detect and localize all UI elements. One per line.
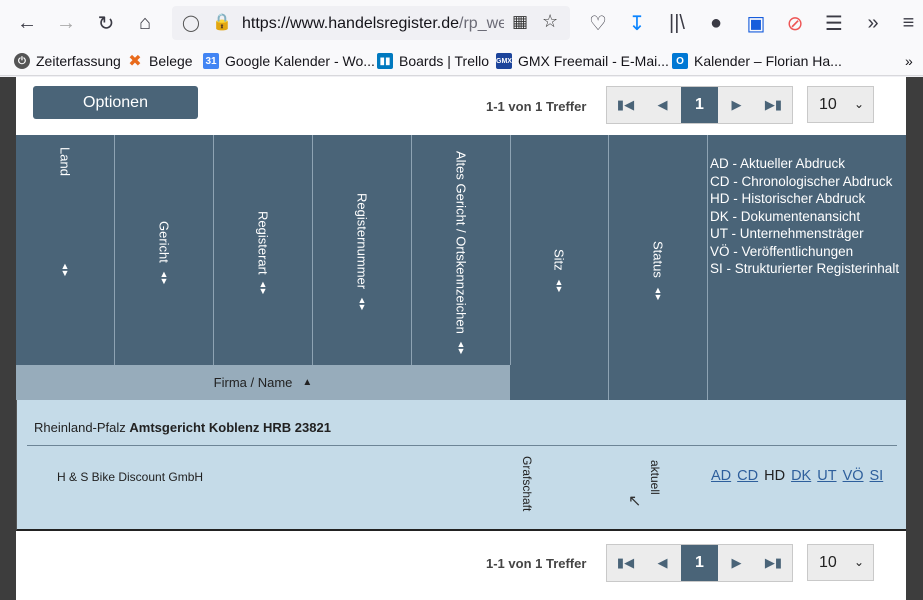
shield-icon[interactable]: ◯ [182,13,200,33]
last-page-icon[interactable]: ▶▮ [755,87,792,123]
sort-icon[interactable]: ▲ ▼ [61,262,70,278]
pagination-bottom: ▮◀ ◀ 1 ▶ ▶▮ [606,544,793,582]
sort-up-icon[interactable]: ▲ [302,377,312,388]
options-button[interactable]: Optionen [33,86,198,119]
page-viewport: Optionen 1-1 von 1 Treffer ▮◀ ◀ 1 ▶ ▶▮ 1… [0,77,923,600]
lock-icon[interactable]: 🔒 [212,12,232,32]
calendar-icon: 31 [203,53,219,69]
prev-page-icon[interactable]: ◀ [644,87,681,123]
col-altes-gericht[interactable]: Altes Gericht / Ortskennzeichen ▲ ▼ [412,135,511,365]
sitz-value: Grafschaft [520,456,534,512]
bookmarks-overflow-icon[interactable]: » [905,51,913,71]
library-icon[interactable]: ||\ [659,5,695,41]
chevron-down-icon: ⌄ [853,555,864,569]
doc-link-dk[interactable]: DK [791,468,811,484]
doc-link-cd[interactable]: CD [737,468,758,484]
col-firma[interactable]: Firma / Name ▲ [16,365,510,400]
company-name: H & S Bike Discount GmbH [57,470,204,484]
page-number[interactable]: 1 [681,545,718,581]
pocket-icon[interactable]: ♡ [580,5,616,41]
url-text[interactable]: https://www.handelsregister.de/rp_web [242,15,504,33]
forward-icon[interactable]: → [48,5,84,41]
per-page-select-bottom[interactable]: 10 ⌄ [807,544,874,581]
sort-icon[interactable]: ▲ ▼ [358,296,367,312]
document-legend: AD - Aktueller Abdruck CD - Chronologisc… [710,156,900,276]
bookmark-belege[interactable]: ✖ Belege [127,51,192,71]
bookmark-zeiterfassung[interactable]: ⏻ Zeiterfassung [14,51,121,71]
per-page-select[interactable]: 10 ⌄ [807,86,874,123]
next-page-icon[interactable]: ▶ [718,545,755,581]
outlook-icon: O [672,53,688,69]
bookmarks-bar: ⏻ Zeiterfassung ✖ Belege 31 Google Kalen… [0,46,923,76]
bookmark-kalender[interactable]: O Kalender – Florian Ha... [672,51,842,71]
bookmark-google-kalender[interactable]: 31 Google Kalender - Wo... [203,51,375,71]
layers-icon[interactable]: ☰ [816,5,852,41]
row-divider [27,445,897,446]
menu-icon[interactable]: ≡ [894,5,923,41]
next-page-icon[interactable]: ▶ [718,87,755,123]
blocker-icon[interactable]: ⊘ [777,5,813,41]
star-icon[interactable]: ☆ [542,11,558,32]
sort-icon[interactable]: ▲ ▼ [259,280,268,296]
bitwarden-icon[interactable]: ▣ [738,5,774,41]
table-header: Land ▲ ▼ Gericht ▲ ▼ Registerart ▲ ▼ Regist… [16,135,906,400]
mouse-cursor-icon: ↖ [628,493,642,510]
overflow-icon[interactable]: » [855,5,891,41]
download-icon[interactable]: ↧ [619,5,655,41]
sort-icon[interactable]: ▲ ▼ [160,270,169,286]
x-icon: ✖ [128,53,142,70]
doc-link-ut[interactable]: UT [817,468,836,484]
last-page-icon[interactable]: ▶▮ [755,545,792,581]
back-icon[interactable]: ← [9,5,45,41]
chevron-down-icon: ⌄ [853,97,864,111]
pagination-top: ▮◀ ◀ 1 ▶ ▶▮ [606,86,793,124]
status-value: aktuell [648,460,662,495]
hit-count-bottom: 1-1 von 1 Treffer [486,556,587,571]
doc-link-ad[interactable]: AD [711,468,731,484]
sort-icon[interactable]: ▲ ▼ [457,340,466,356]
reload-icon[interactable]: ↻ [88,5,124,41]
qr-code-icon[interactable]: ▦ [512,12,528,32]
bookmark-gmx[interactable]: GMX GMX Freemail - E-Mai... [496,51,669,71]
col-status[interactable]: Status ▲ ▼ [609,135,708,400]
bookmark-trello[interactable]: ▮▮ Boards | Trello [377,51,489,71]
home-icon[interactable]: ⌂ [127,5,163,41]
hit-count: 1-1 von 1 Treffer [486,99,587,114]
prev-page-icon[interactable]: ◀ [644,545,681,581]
first-page-icon[interactable]: ▮◀ [607,87,644,123]
col-registernummer[interactable]: Registernummer ▲ ▼ [313,135,412,365]
col-registerart[interactable]: Registerart ▲ ▼ [214,135,313,365]
info-icon[interactable]: ● [698,5,734,41]
sort-icon[interactable]: ▲ ▼ [555,278,564,294]
doc-link-vo[interactable]: VÖ [843,468,864,484]
document-links: AD CD HD DK UT VÖ SI [711,468,883,484]
browser-toolbar: ← → ↻ ⌂ ◯ 🔒 https://www.handelsregister.… [0,0,923,46]
sort-icon[interactable]: ▲ ▼ [654,286,663,302]
url-bar[interactable]: ◯ 🔒 https://www.handelsregister.de/rp_we… [172,6,570,40]
court-line: Rheinland-Pfalz Amtsgericht Koblenz HRB … [34,420,331,435]
trello-icon: ▮▮ [377,53,393,69]
page-number[interactable]: 1 [681,87,718,123]
power-icon: ⏻ [14,53,30,69]
doc-link-hd: HD [764,468,786,484]
gmx-icon: GMX [496,53,512,69]
results-panel: Optionen 1-1 von 1 Treffer ▮◀ ◀ 1 ▶ ▶▮ 1… [16,77,906,600]
first-page-icon[interactable]: ▮◀ [607,545,644,581]
col-sitz[interactable]: Sitz ▲ ▼ [510,135,609,400]
table-row: Rheinland-Pfalz Amtsgericht Koblenz HRB … [16,400,906,531]
col-gericht[interactable]: Gericht ▲ ▼ [115,135,214,365]
col-land[interactable]: Land ▲ ▼ [16,135,115,365]
doc-link-si[interactable]: SI [870,468,884,484]
